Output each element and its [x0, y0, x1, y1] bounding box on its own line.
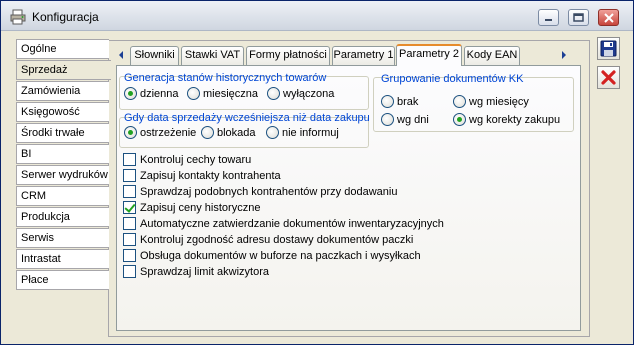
checkbox[interactable] [123, 153, 136, 166]
checkbox-label: Kontroluj zgodność adresu dostawy dokume… [140, 233, 414, 246]
radio-button[interactable] [201, 126, 214, 139]
checkbox-label: Sprawdzaj podobnych kontrahentów przy do… [140, 185, 398, 198]
red-x-icon [601, 70, 616, 85]
checkbox-automatyczne-zatwierdzanie[interactable]: Automatyczne zatwierdzanie dokumentów in… [123, 217, 444, 230]
checkbox[interactable] [123, 201, 136, 214]
radio-label: nie informuj [282, 126, 339, 139]
radio-wylaczona[interactable]: wyłączona [267, 87, 334, 100]
tab-parametry-1[interactable]: Parametry 1 [332, 46, 395, 65]
radio-label: miesięczna [203, 87, 259, 100]
checkbox-kontroluj-cechy-towaru[interactable]: Kontroluj cechy towaru [123, 153, 251, 166]
close-button[interactable] [598, 9, 619, 26]
checkbox-sprawdzaj-limit-akwizytora[interactable]: Sprawdzaj limit akwizytora [123, 265, 269, 278]
radio-wg-dni[interactable]: wg dni [381, 113, 429, 126]
radio-brak[interactable]: brak [381, 95, 418, 108]
radio-label: wg miesięcy [469, 95, 529, 108]
radio-button[interactable] [267, 87, 280, 100]
checkbox[interactable] [123, 249, 136, 262]
checkbox-label: Zapisuj kontakty kontrahenta [140, 169, 281, 182]
tab-scroll-right-button[interactable] [558, 47, 570, 63]
checkbox-label: Automatyczne zatwierdzanie dokumentów in… [140, 217, 444, 230]
radio-label: blokada [217, 126, 256, 139]
checkbox[interactable] [123, 233, 136, 246]
category-zamowienia[interactable]: Zamówienia [16, 81, 109, 101]
checkbox[interactable] [123, 265, 136, 278]
checkbox-sprawdzaj-podobnych[interactable]: Sprawdzaj podobnych kontrahentów przy do… [123, 185, 397, 198]
category-produkcja[interactable]: Produkcja [16, 207, 109, 227]
checkbox[interactable] [123, 217, 136, 230]
checkbox-kontroluj-zgodnosc-adresu[interactable]: Kontroluj zgodność adresu dostawy dokume… [123, 233, 413, 246]
radio-miesieczna[interactable]: miesięczna [187, 87, 258, 100]
radio-wg-miesiecy[interactable]: wg miesięcy [453, 95, 529, 108]
category-serwer-wydrukow[interactable]: Serwer wydruków [16, 165, 109, 185]
radio-button[interactable] [124, 87, 137, 100]
radio-label: wg korekty zakupu [469, 113, 561, 126]
maximize-icon [573, 13, 584, 22]
window-title: Konfiguracja [32, 10, 99, 24]
radio-label: wg dni [397, 113, 429, 126]
checkbox-label: Zapisuj ceny historyczne [140, 201, 261, 214]
radio-label: dzienna [140, 87, 179, 100]
radio-blokada[interactable]: blokada [201, 126, 256, 139]
radio-nie-informuj[interactable]: nie informuj [266, 126, 339, 139]
arrow-right-icon [562, 51, 566, 59]
checkbox-label: Obsługa dokumentów w buforze na paczkach… [140, 249, 421, 262]
group-title-kk-grouping: Grupowanie dokumentów KK [381, 73, 524, 85]
cancel-button[interactable] [597, 66, 620, 89]
radio-button[interactable] [266, 126, 279, 139]
checkbox-label: Kontroluj cechy towaru [140, 153, 252, 166]
tab-scroll-left-button[interactable] [115, 47, 127, 63]
category-place[interactable]: Płace [16, 270, 109, 290]
checkbox[interactable] [123, 169, 136, 182]
category-ksiegowosc[interactable]: Księgowość [16, 102, 109, 122]
minimize-button[interactable] [538, 9, 559, 26]
checkbox-label: Sprawdzaj limit akwizytora [140, 265, 269, 278]
radio-button[interactable] [124, 126, 137, 139]
tab-stawki-vat[interactable]: Stawki VAT [181, 46, 244, 65]
radio-label: wyłączona [283, 87, 335, 100]
tab-kody-ean[interactable]: Kody EAN [464, 46, 520, 65]
category-sprzedaz[interactable]: Sprzedaż [16, 60, 111, 80]
category-crm[interactable]: CRM [16, 186, 109, 206]
radio-label: brak [397, 95, 419, 108]
minimize-icon [545, 19, 552, 21]
radio-label: ostrzeżenie [140, 126, 197, 139]
save-button[interactable] [597, 37, 620, 60]
radio-button[interactable] [453, 113, 466, 126]
printer-app-icon [10, 9, 26, 25]
tab-slowniki[interactable]: Słowniki [130, 46, 179, 65]
maximize-button[interactable] [568, 9, 589, 26]
checkbox-zapisuj-kontakty[interactable]: Zapisuj kontakty kontrahenta [123, 169, 281, 182]
radio-wg-korekty-zakupu[interactable]: wg korekty zakupu [453, 113, 560, 126]
category-intrastat[interactable]: Intrastat [16, 249, 109, 269]
close-icon [603, 12, 614, 23]
category-ogolne[interactable]: Ogólne [16, 39, 109, 59]
group-title-historical-stock: Generacja stanów historycznych towarów [124, 72, 327, 84]
configuration-window: Konfiguracja Ogólne Sprzedaż Zamówienia … [0, 0, 634, 345]
checkbox-zapisuj-ceny-historyczne[interactable]: Zapisuj ceny historyczne [123, 201, 260, 214]
floppy-disk-icon [600, 40, 617, 57]
title-bar[interactable]: Konfiguracja [1, 1, 633, 31]
radio-dzienna[interactable]: dzienna [124, 87, 179, 100]
tab-parametry-2[interactable]: Parametry 2 [396, 44, 462, 66]
group-title-sale-date: Gdy data sprzedaży wcześniejsza niż data… [124, 112, 370, 124]
radio-button[interactable] [187, 87, 200, 100]
radio-button[interactable] [453, 95, 466, 108]
radio-button[interactable] [381, 113, 394, 126]
checkbox[interactable] [123, 185, 136, 198]
radio-button[interactable] [381, 95, 394, 108]
tab-formy-platnosci[interactable]: Formy płatności [246, 46, 330, 65]
checkbox-obsluga-dokumentow-w-buforze[interactable]: Obsługa dokumentów w buforze na paczkach… [123, 249, 421, 262]
category-bi[interactable]: BI [16, 144, 109, 164]
category-srodki-trwale[interactable]: Środki trwałe [16, 123, 109, 143]
category-serwis[interactable]: Serwis [16, 228, 109, 248]
radio-ostrzezenie[interactable]: ostrzeżenie [124, 126, 196, 139]
arrow-left-icon [119, 51, 123, 59]
